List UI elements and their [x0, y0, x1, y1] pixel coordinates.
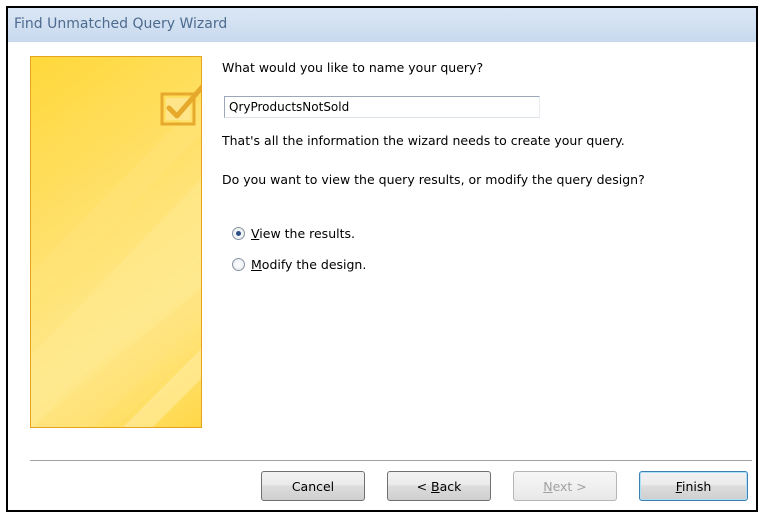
query-name-prompt: What would you like to name your query?: [222, 60, 484, 75]
wizard-window: Find Unmatched Query Wizard What would y…: [6, 6, 758, 512]
finish-button[interactable]: Finish: [639, 471, 748, 501]
back-button-label: < Back: [416, 478, 462, 494]
view-results-option[interactable]: View the results.: [232, 226, 355, 241]
cancel-button-label: Cancel: [291, 478, 335, 494]
wizard-banner: [30, 56, 202, 428]
wizard-body: What would you like to name your query? …: [8, 42, 756, 510]
finish-button-label: Finish: [675, 478, 712, 494]
choice-prompt: Do you want to view the query results, o…: [222, 172, 645, 187]
title-bar[interactable]: Find Unmatched Query Wizard: [8, 8, 756, 43]
modify-design-label: Modify the design.: [251, 257, 367, 272]
info-text: That's all the information the wizard ne…: [222, 133, 625, 148]
window-title: Find Unmatched Query Wizard: [14, 16, 228, 32]
cancel-button[interactable]: Cancel: [261, 471, 365, 501]
modify-design-radio[interactable]: [232, 258, 245, 271]
next-button[interactable]: Next >: [513, 471, 617, 501]
next-button-label: Next >: [543, 478, 587, 494]
back-button[interactable]: < Back: [387, 471, 491, 501]
view-results-label: View the results.: [251, 226, 355, 241]
view-results-radio[interactable]: [232, 227, 245, 240]
checkmark-box-icon: [160, 84, 201, 126]
modify-design-option[interactable]: Modify the design.: [232, 257, 366, 272]
button-separator: [30, 460, 752, 462]
query-name-input[interactable]: [224, 96, 540, 118]
